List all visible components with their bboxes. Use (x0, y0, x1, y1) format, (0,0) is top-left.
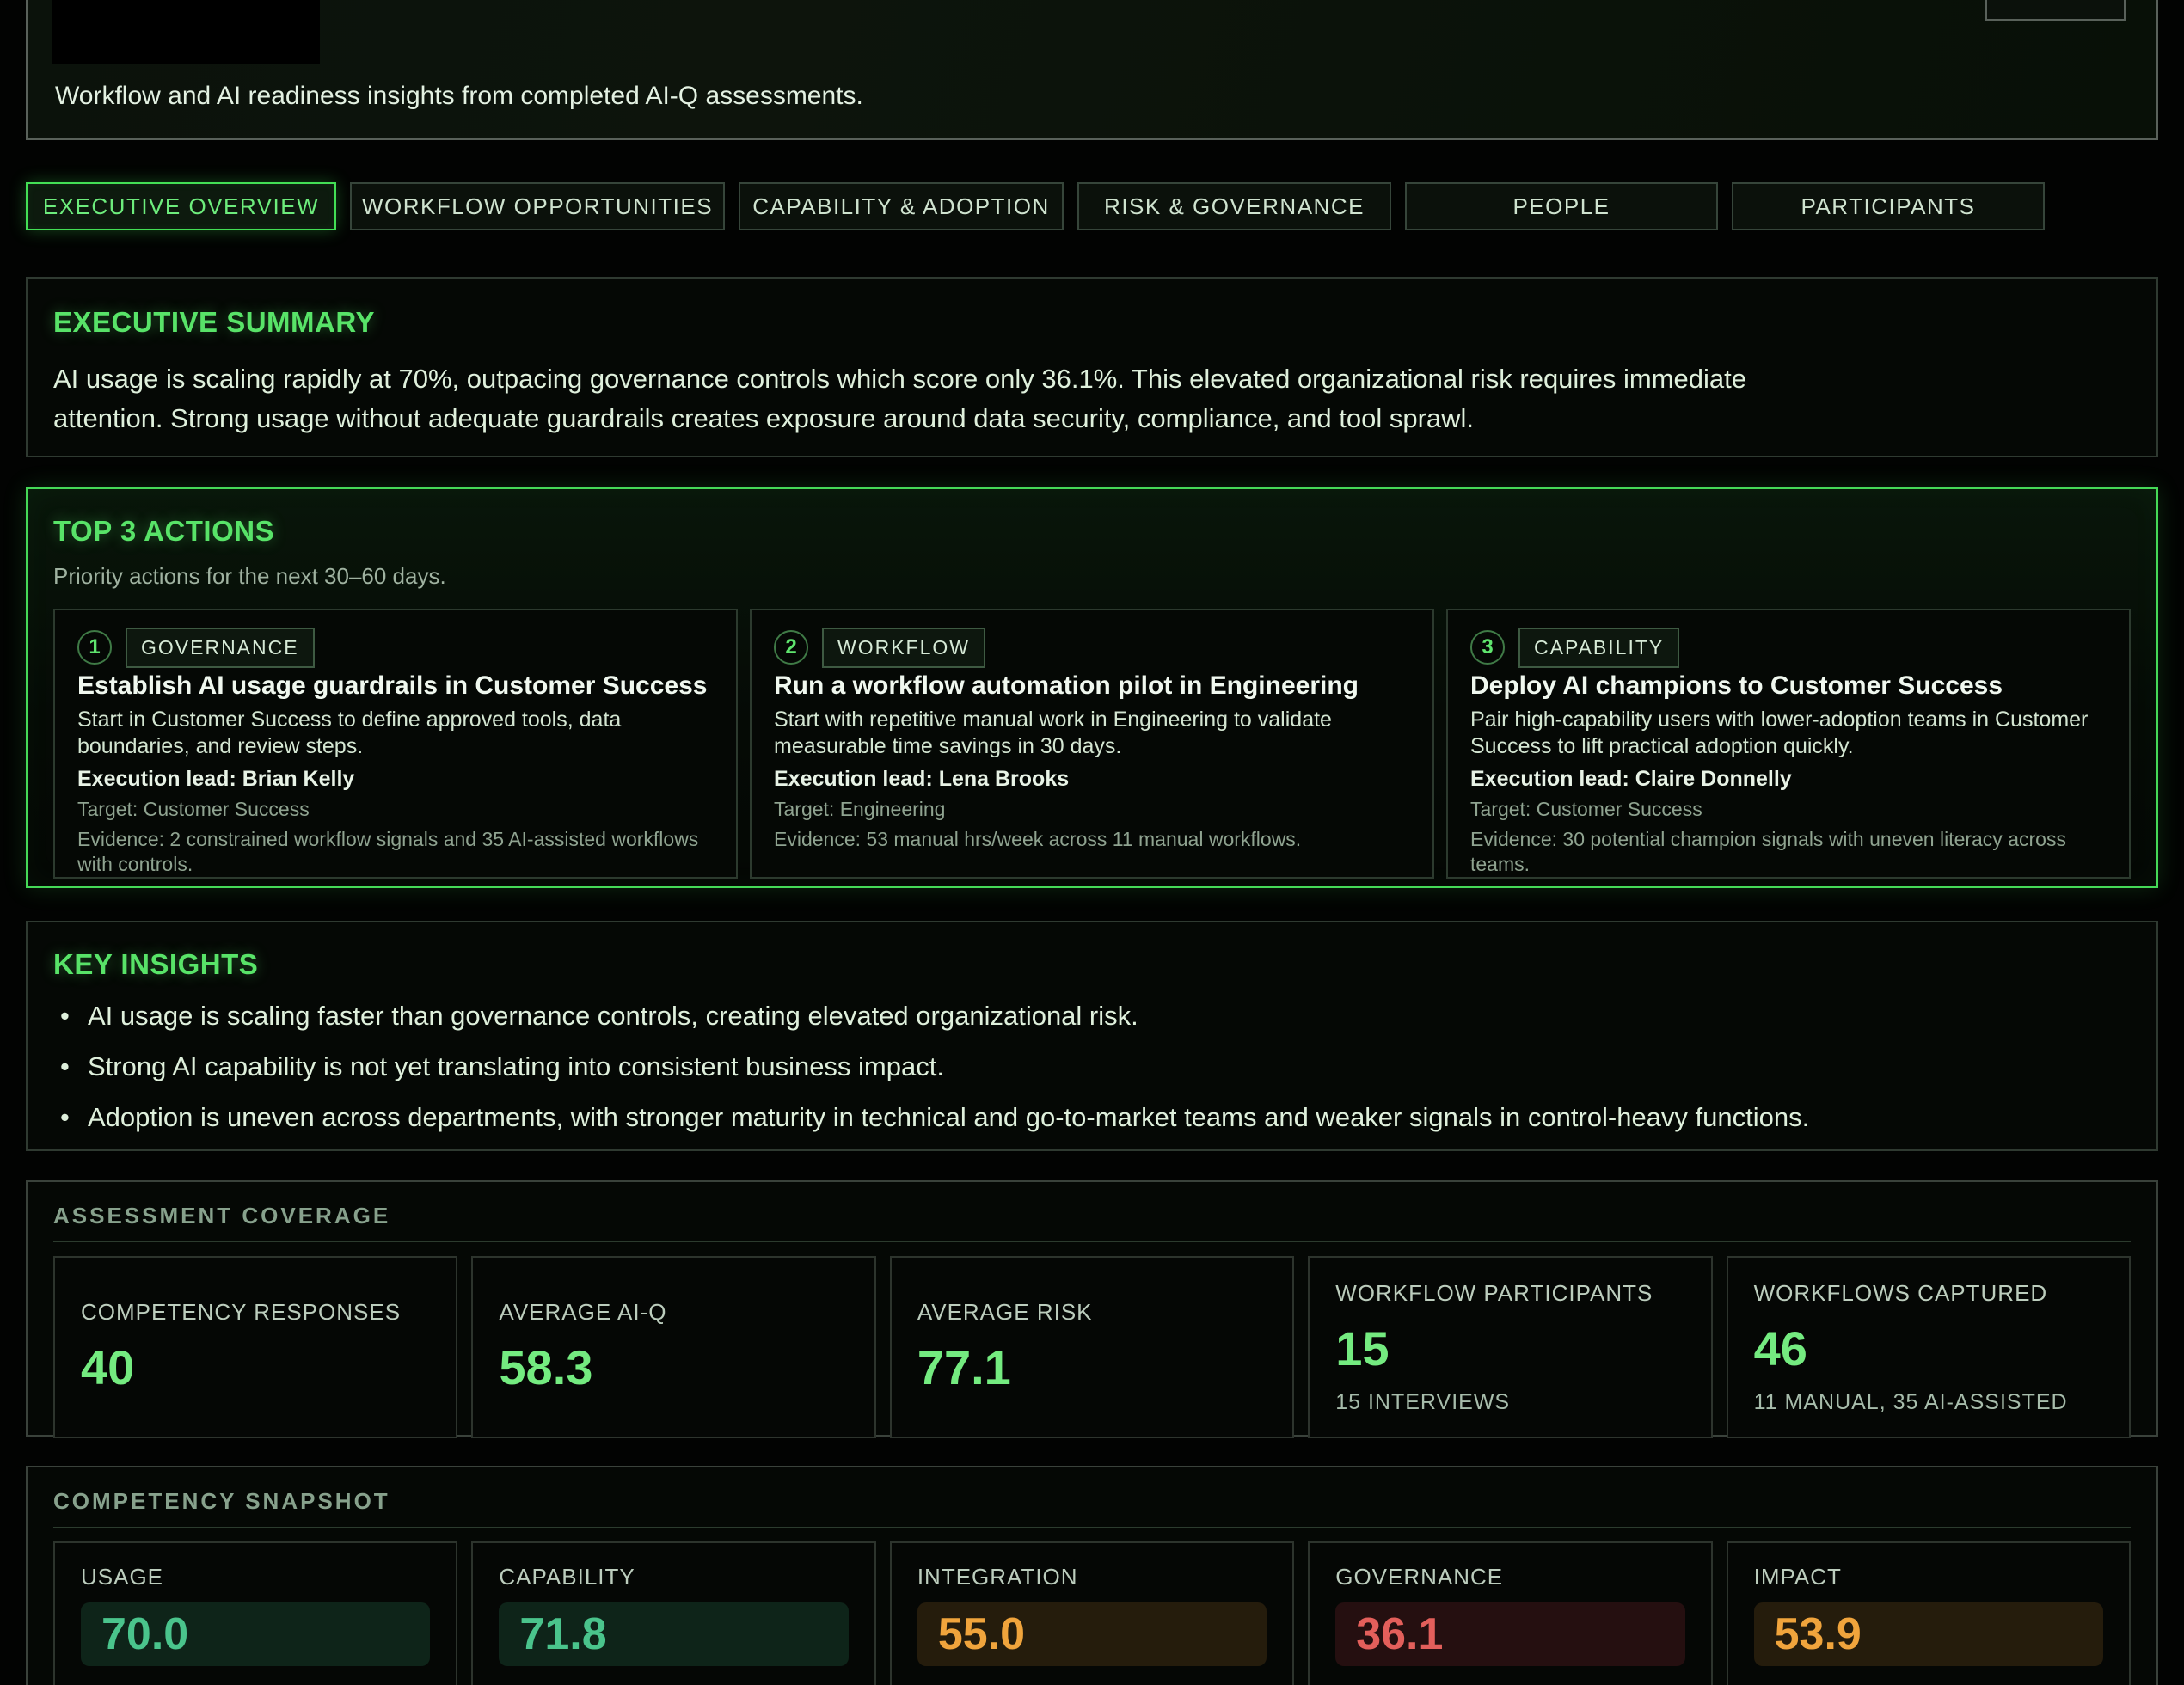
metric-label: WORKFLOWS CAPTURED (1754, 1280, 2103, 1307)
metric-label: COMPETENCY RESPONSES (81, 1299, 430, 1326)
competency-value: 55.0 (938, 1608, 1025, 1660)
metric-card-competency-responses: COMPETENCY RESPONSES 40 (53, 1256, 457, 1438)
header-action-button[interactable] (1985, 0, 2126, 21)
top-actions-title: TOP 3 ACTIONS (53, 515, 2131, 548)
action-evidence: Evidence: 53 manual hrs/week across 11 m… (774, 827, 1410, 852)
action-card-1: 1 GOVERNANCE Establish AI usage guardrai… (53, 609, 738, 879)
competency-card-capability: CAPABILITY 71.8 (471, 1541, 875, 1685)
competency-card-integration: INTEGRATION 55.0 (890, 1541, 1294, 1685)
metric-sub: 15 INTERVIEWS (1335, 1390, 1684, 1415)
executive-summary-title: EXECUTIVE SUMMARY (53, 306, 2131, 339)
competency-label: IMPACT (1754, 1564, 2103, 1590)
action-rank-badge: 3 (1470, 630, 1505, 665)
competency-value: 53.9 (1775, 1608, 1862, 1660)
tab-risk-governance[interactable]: RISK & GOVERNANCE (1077, 182, 1391, 230)
action-evidence: Evidence: 2 constrained workflow signals… (77, 827, 714, 877)
metric-card-average-risk: AVERAGE RISK 77.1 (890, 1256, 1294, 1438)
competency-value-pill: 53.9 (1754, 1602, 2103, 1666)
competency-label: INTEGRATION (917, 1564, 1267, 1590)
metric-value: 40 (81, 1339, 430, 1395)
action-rank-badge: 2 (774, 630, 808, 665)
competency-card-row: USAGE 70.0 CAPABILITY 71.8 INTEGRATION 5… (53, 1541, 2131, 1685)
action-execution-lead: Execution lead: Lena Brooks (774, 767, 1410, 791)
metric-sub: 11 MANUAL, 35 AI-ASSISTED (1754, 1390, 2103, 1415)
insight-item: Strong AI capability is not yet translat… (53, 1052, 2131, 1081)
competency-value-pill: 71.8 (499, 1602, 848, 1666)
metric-card-workflow-participants: WORKFLOW PARTICIPANTS 15 15 INTERVIEWS (1308, 1256, 1712, 1438)
coverage-metric-row: COMPETENCY RESPONSES 40 AVERAGE AI-Q 58.… (53, 1256, 2131, 1438)
competency-label: GOVERNANCE (1335, 1564, 1684, 1590)
top-actions-section: TOP 3 ACTIONS Priority actions for the n… (26, 487, 2158, 888)
action-card-row: 1 GOVERNANCE Establish AI usage guardrai… (53, 609, 2131, 879)
competency-card-impact: IMPACT 53.9 (1727, 1541, 2131, 1685)
competency-value-pill: 55.0 (917, 1602, 1267, 1666)
action-title: Establish AI usage guardrails in Custome… (77, 671, 714, 702)
assessment-coverage-title: ASSESSMENT COVERAGE (53, 1203, 2131, 1229)
competency-snapshot-section: COMPETENCY SNAPSHOT USAGE 70.0 CAPABILIT… (26, 1466, 2158, 1685)
divider (53, 1241, 2131, 1242)
tab-bar: EXECUTIVE OVERVIEW WORKFLOW OPPORTUNITIE… (26, 182, 2045, 230)
tab-executive-overview[interactable]: EXECUTIVE OVERVIEW (26, 182, 336, 230)
action-evidence: Evidence: 30 potential champion signals … (1470, 827, 2107, 877)
metric-card-workflows-captured: WORKFLOWS CAPTURED 46 11 MANUAL, 35 AI-A… (1727, 1256, 2131, 1438)
competency-value: 36.1 (1356, 1608, 1443, 1660)
action-title: Run a workflow automation pilot in Engin… (774, 671, 1410, 702)
action-target: Target: Engineering (774, 798, 1410, 820)
action-description: Pair high-capability users with lower-ad… (1470, 707, 2107, 760)
competency-label: CAPABILITY (499, 1564, 848, 1590)
tab-capability-adoption[interactable]: CAPABILITY & ADOPTION (739, 182, 1064, 230)
key-insights-title: KEY INSIGHTS (53, 948, 2131, 981)
metric-label: AVERAGE RISK (917, 1299, 1267, 1326)
action-description: Start with repetitive manual work in Eng… (774, 707, 1410, 760)
assessment-coverage-section: ASSESSMENT COVERAGE COMPETENCY RESPONSES… (26, 1180, 2158, 1437)
insight-item: AI usage is scaling faster than governan… (53, 1002, 2131, 1031)
action-card-3: 3 CAPABILITY Deploy AI champions to Cust… (1446, 609, 2131, 879)
action-category-tag: WORKFLOW (822, 628, 985, 668)
dashboard-page: Workflow and AI readiness insights from … (0, 0, 2184, 1685)
competency-value: 71.8 (519, 1608, 606, 1660)
action-category-tag: GOVERNANCE (126, 628, 315, 668)
header-card: Workflow and AI readiness insights from … (26, 0, 2158, 140)
competency-card-governance: GOVERNANCE 36.1 (1308, 1541, 1712, 1685)
action-category-tag: CAPABILITY (1518, 628, 1679, 668)
header-description: Workflow and AI readiness insights from … (55, 82, 863, 111)
competency-value-pill: 36.1 (1335, 1602, 1684, 1666)
tab-people[interactable]: PEOPLE (1405, 182, 1718, 230)
executive-summary-section: EXECUTIVE SUMMARY AI usage is scaling ra… (26, 277, 2158, 457)
logo-redacted (52, 0, 320, 64)
metric-label: WORKFLOW PARTICIPANTS (1335, 1280, 1684, 1307)
executive-summary-text: AI usage is scaling rapidly at 70%, outp… (53, 359, 1756, 438)
action-target: Target: Customer Success (77, 798, 714, 820)
divider (53, 1527, 2131, 1528)
action-rank-badge: 1 (77, 630, 112, 665)
tab-participants[interactable]: PARTICIPANTS (1732, 182, 2045, 230)
competency-card-usage: USAGE 70.0 (53, 1541, 457, 1685)
metric-value: 58.3 (499, 1339, 848, 1395)
action-target: Target: Customer Success (1470, 798, 2107, 820)
action-title: Deploy AI champions to Customer Success (1470, 671, 2107, 702)
top-actions-subtitle: Priority actions for the next 30–60 days… (53, 563, 2131, 590)
key-insights-section: KEY INSIGHTS AI usage is scaling faster … (26, 921, 2158, 1151)
metric-card-average-aiq: AVERAGE AI-Q 58.3 (471, 1256, 875, 1438)
action-description: Start in Customer Success to define appr… (77, 707, 714, 760)
metric-label: AVERAGE AI-Q (499, 1299, 848, 1326)
competency-value: 70.0 (101, 1608, 188, 1660)
insight-item: Adoption is uneven across departments, w… (53, 1103, 2131, 1132)
competency-snapshot-title: COMPETENCY SNAPSHOT (53, 1488, 2131, 1515)
competency-label: USAGE (81, 1564, 430, 1590)
metric-value: 15 (1335, 1320, 1684, 1376)
action-card-2: 2 WORKFLOW Run a workflow automation pil… (750, 609, 1434, 879)
tab-workflow-opportunities[interactable]: WORKFLOW OPPORTUNITIES (350, 182, 725, 230)
action-execution-lead: Execution lead: Claire Donnelly (1470, 767, 2107, 791)
metric-value: 46 (1754, 1320, 2103, 1376)
key-insights-list: AI usage is scaling faster than governan… (53, 1002, 2131, 1132)
action-execution-lead: Execution lead: Brian Kelly (77, 767, 714, 791)
metric-value: 77.1 (917, 1339, 1267, 1395)
competency-value-pill: 70.0 (81, 1602, 430, 1666)
